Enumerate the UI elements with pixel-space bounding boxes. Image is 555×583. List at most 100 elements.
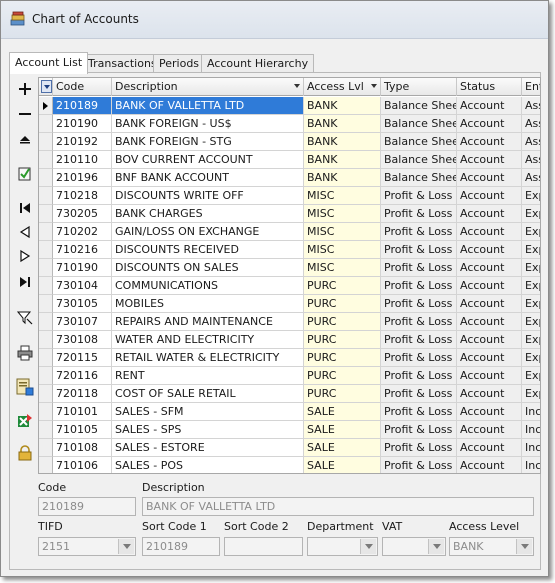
cell-type[interactable]: Profit & Loss [381,295,457,313]
table-row[interactable]: 710216 DISCOUNTS RECEIVED MISC Profit & Los… [39,241,540,259]
cell-description[interactable]: BANK OF VALLETTA LTD [112,97,304,115]
row-indicator[interactable] [39,295,53,313]
filter-button[interactable] [14,309,36,327]
last-record-button[interactable] [14,273,36,291]
code-field[interactable]: 210189 [38,497,136,516]
cell-access[interactable]: BANK [304,151,381,169]
cell-description[interactable]: BANK CHARGES [112,205,304,223]
column-header-code[interactable]: Code [53,78,112,96]
cell-status[interactable]: Account [457,223,522,241]
cell-description[interactable]: RENT [112,367,304,385]
cell-access[interactable]: PURC [304,295,381,313]
cell-entry[interactable]: Exp [522,331,540,349]
cell-status[interactable]: Account [457,421,522,439]
chevron-down-icon[interactable] [428,539,444,554]
cell-entry[interactable]: Exp [522,295,540,313]
sort-code1-field[interactable]: 210189 [142,537,220,556]
cell-type[interactable]: Profit & Loss [381,205,457,223]
cell-type[interactable]: Profit & Loss [381,349,457,367]
cell-type[interactable]: Profit & Loss [381,439,457,457]
cell-access[interactable]: PURC [304,349,381,367]
cell-entry[interactable]: Asse [522,151,540,169]
cell-status[interactable]: Account [457,97,522,115]
cell-code[interactable]: 710190 [53,259,112,277]
row-indicator[interactable] [39,439,53,457]
row-indicator[interactable] [39,331,53,349]
cell-description[interactable]: BANK FOREIGN - STG [112,133,304,151]
cell-status[interactable]: Account [457,187,522,205]
first-record-button[interactable] [14,199,36,217]
cell-entry[interactable]: Exp [522,259,540,277]
cell-type[interactable]: Balance Sheet [381,151,457,169]
cell-status[interactable]: Account [457,205,522,223]
cell-status[interactable]: Account [457,241,522,259]
cell-type[interactable]: Balance Sheet [381,169,457,187]
column-chooser-button[interactable] [41,80,52,93]
tab-transactions[interactable]: Transactions [82,54,163,73]
cell-status[interactable]: Account [457,385,522,403]
cell-code[interactable]: 730104 [53,277,112,295]
access-level-combo[interactable]: BANK [449,537,534,556]
cell-type[interactable]: Balance Sheet [381,97,457,115]
row-indicator[interactable] [39,259,53,277]
cell-access[interactable]: MISC [304,241,381,259]
cell-type[interactable]: Balance Sheet [381,115,457,133]
cell-description[interactable]: DISCOUNTS WRITE OFF [112,187,304,205]
cell-entry[interactable]: Exp [522,241,540,259]
cell-code[interactable]: 720116 [53,367,112,385]
cell-entry[interactable]: Exp [522,223,540,241]
table-row[interactable]: 730205 BANK CHARGES MISC Profit & Loss Accou… [39,205,540,223]
cell-type[interactable]: Profit & Loss [381,385,457,403]
table-row[interactable]: 730104 COMMUNICATIONS PURC Profit & Loss Acc… [39,277,540,295]
row-indicator[interactable] [39,169,53,187]
cell-description[interactable]: MOBILES [112,295,304,313]
table-row[interactable]: 720115 RETAIL WATER & ELECTRICITY PURC Prof… [39,349,540,367]
cell-access[interactable]: MISC [304,205,381,223]
cell-status[interactable]: Account [457,367,522,385]
cell-status[interactable]: Account [457,115,522,133]
tifd-combo[interactable]: 2151 [38,537,136,556]
cell-type[interactable]: Profit & Loss [381,331,457,349]
cell-access[interactable]: BANK [304,97,381,115]
remove-button[interactable] [14,105,36,123]
column-header-entry[interactable]: Entr [522,78,540,96]
cell-access[interactable]: SALE [304,421,381,439]
cell-code[interactable]: 730108 [53,331,112,349]
cell-type[interactable]: Profit & Loss [381,259,457,277]
cell-type[interactable]: Profit & Loss [381,223,457,241]
cell-access[interactable]: PURC [304,367,381,385]
cell-access[interactable]: MISC [304,223,381,241]
row-indicator[interactable] [39,277,53,295]
export-button[interactable] [14,412,36,430]
cell-access[interactable]: BANK [304,115,381,133]
cell-status[interactable]: Account [457,259,522,277]
cell-entry[interactable]: Exp [522,349,540,367]
row-indicator[interactable] [39,421,53,439]
cell-code[interactable]: 710106 [53,457,112,473]
cell-description[interactable]: WATER AND ELECTRICITY [112,331,304,349]
row-indicator[interactable] [39,349,53,367]
description-field[interactable]: BANK OF VALLETTA LTD [142,497,534,516]
cell-entry[interactable]: Inco [522,439,540,457]
report-button[interactable] [14,378,36,396]
cell-code[interactable]: 710108 [53,439,112,457]
row-indicator[interactable] [39,223,53,241]
cell-code[interactable]: 730107 [53,313,112,331]
cell-code[interactable]: 210110 [53,151,112,169]
cell-type[interactable]: Profit & Loss [381,367,457,385]
table-row[interactable]: 710106 SALES - POS SALE Profit & Loss Accoun… [39,457,540,473]
table-row[interactable]: 210189 BANK OF VALLETTA LTD BANK Balance Sh… [39,97,540,115]
department-combo[interactable] [307,537,378,556]
tab-periods[interactable]: Periods [153,54,206,73]
cell-entry[interactable]: Exp [522,187,540,205]
cell-type[interactable]: Profit & Loss [381,277,457,295]
cell-entry[interactable]: Asse [522,97,540,115]
cell-entry[interactable]: Asse [522,169,540,187]
cell-description[interactable]: DISCOUNTS RECEIVED [112,241,304,259]
table-row[interactable]: 210192 BANK FOREIGN - STG BANK Balance Shee… [39,133,540,151]
chevron-down-icon[interactable] [360,539,376,554]
tab-account-hierarchy[interactable]: Account Hierarchy [201,54,315,73]
cell-description[interactable]: RETAIL WATER & ELECTRICITY [112,349,304,367]
cell-description[interactable]: BANK FOREIGN - US$ [112,115,304,133]
cell-status[interactable]: Account [457,151,522,169]
